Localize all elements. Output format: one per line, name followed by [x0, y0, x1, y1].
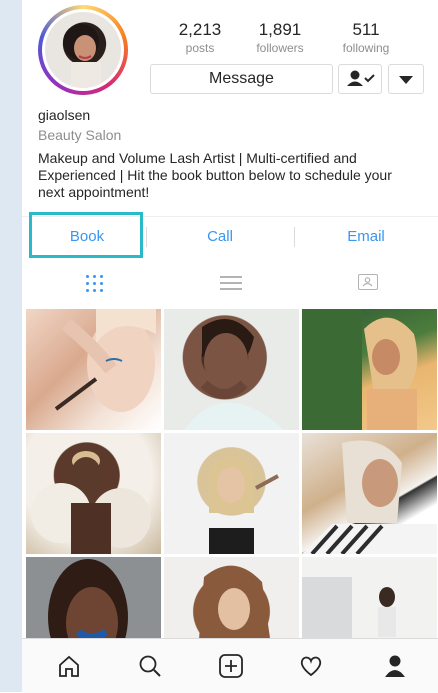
following-stat[interactable]: 511 following	[326, 20, 406, 55]
avatar-ring	[42, 9, 124, 91]
add-icon[interactable]	[218, 653, 244, 679]
bio: Makeup and Volume Lash Artist | Multi-ce…	[38, 150, 392, 200]
photo-grid	[26, 309, 438, 678]
bottom-nav	[22, 638, 438, 693]
home-icon[interactable]	[56, 653, 82, 679]
post-tile[interactable]	[302, 433, 437, 554]
post-tile[interactable]	[164, 309, 299, 430]
call-button[interactable]: Call	[160, 217, 280, 257]
profile-screen: 2,213 posts 1,891 followers 511 followin…	[22, 0, 438, 693]
divider	[146, 227, 147, 247]
search-icon[interactable]	[137, 653, 163, 679]
app-frame: 2,213 posts 1,891 followers 511 followin…	[0, 0, 438, 693]
following-label: following	[342, 41, 390, 55]
post-tile[interactable]	[164, 433, 299, 554]
list-icon[interactable]	[220, 274, 242, 292]
book-highlight	[29, 212, 143, 258]
following-count: 511	[352, 20, 380, 39]
posts-count: 2,213	[178, 20, 222, 39]
avatar-portrait	[63, 24, 101, 88]
profile-tabs	[22, 262, 438, 304]
more-options-button[interactable]	[388, 64, 424, 94]
followers-label: followers	[256, 41, 304, 55]
post-tile[interactable]	[26, 433, 161, 554]
post-tile[interactable]	[302, 309, 437, 430]
tagged-icon[interactable]	[358, 274, 378, 290]
email-button[interactable]: Email	[306, 217, 426, 257]
message-button[interactable]: Message	[150, 64, 333, 94]
profile-icon[interactable]	[382, 653, 408, 679]
avatar[interactable]	[38, 5, 128, 95]
category: Beauty Salon	[38, 127, 122, 143]
heart-icon[interactable]	[298, 653, 324, 679]
chevron-down-icon	[399, 76, 413, 84]
person-check-icon	[347, 70, 375, 86]
person-tag-icon	[362, 277, 373, 287]
avatar-photo	[45, 12, 121, 88]
followers-count: 1,891	[258, 20, 302, 39]
grid-icon[interactable]	[85, 274, 105, 294]
posts-label: posts	[185, 41, 215, 55]
following-button[interactable]	[338, 64, 382, 94]
left-rail	[0, 0, 22, 692]
followers-stat[interactable]: 1,891 followers	[240, 20, 320, 55]
posts-stat[interactable]: 2,213 posts	[160, 20, 240, 55]
post-tile[interactable]	[26, 309, 161, 430]
divider	[294, 227, 295, 247]
username: giaolsen	[38, 107, 91, 123]
